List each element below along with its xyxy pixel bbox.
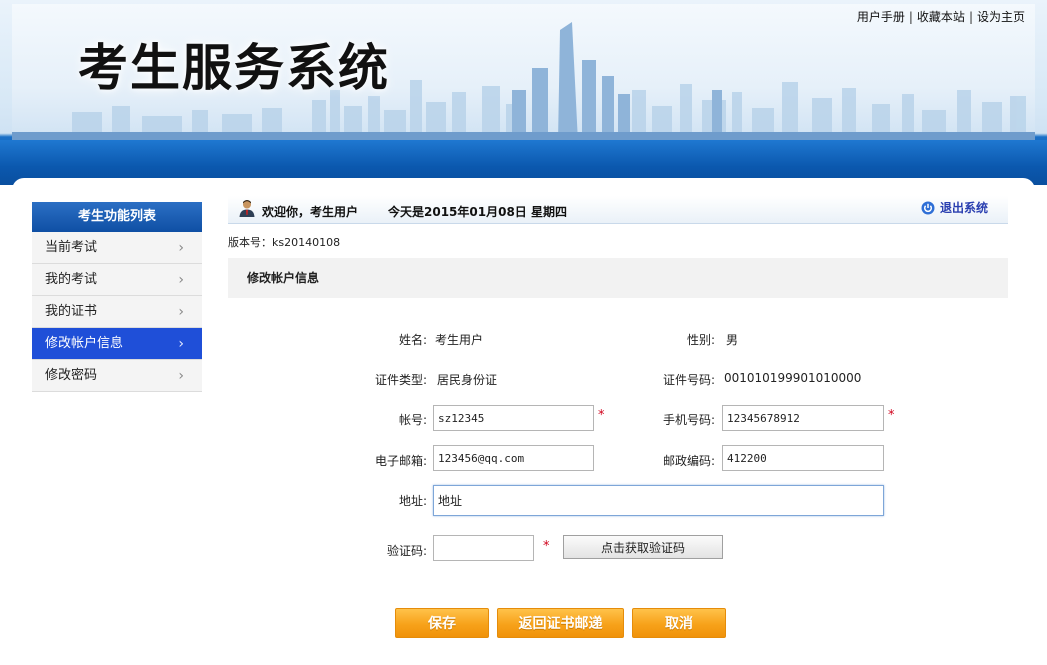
email-label: 电子邮箱:	[374, 454, 427, 468]
sidebar-item-change-password[interactable]: 修改密码 ›	[32, 360, 202, 392]
id-number-value: 001010199901010000	[724, 371, 862, 385]
captcha-input[interactable]	[433, 535, 534, 561]
sidebar-item-edit-account[interactable]: 修改帐户信息 ›	[32, 328, 202, 360]
sidebar-title: 考生功能列表	[32, 202, 202, 232]
chevron-right-icon: ›	[178, 272, 184, 288]
sidebar-item-current-exam[interactable]: 当前考试 ›	[32, 232, 202, 264]
id-type-label: 证件类型:	[374, 373, 427, 387]
gender-value: 男	[726, 333, 739, 347]
chevron-right-icon: ›	[178, 368, 184, 384]
gender-label: 性别:	[686, 333, 715, 347]
site-header: 考生服务系统 用户手册 | 收藏本站 | 设为主页	[0, 0, 1047, 185]
user-avatar-icon	[239, 200, 255, 217]
set-homepage-link[interactable]: 设为主页	[977, 10, 1025, 24]
phone-label: 手机号码:	[662, 413, 715, 427]
sidebar-menu: 考生功能列表 当前考试 › 我的考试 › 我的证书 › 修改帐户信息 › 修改密…	[32, 202, 202, 392]
welcome-bar: 欢迎你，考生用户 今天是2015年01月08日 星期四 退出系统	[228, 196, 1008, 224]
current-date: 今天是2015年01月08日 星期四	[388, 205, 567, 219]
cancel-button[interactable]: 取消	[632, 608, 726, 638]
top-links: 用户手册 | 收藏本站 | 设为主页	[857, 8, 1025, 25]
logout-button[interactable]: 退出系统	[921, 199, 988, 216]
welcome-greeting: 欢迎你，考生用户	[262, 205, 359, 219]
id-type-value: 居民身份证	[437, 373, 498, 387]
chevron-right-icon: ›	[178, 336, 184, 352]
required-mark: *	[888, 408, 895, 423]
required-mark: *	[543, 539, 550, 554]
bookmark-site-link[interactable]: 收藏本站	[917, 10, 965, 24]
chevron-right-icon: ›	[178, 304, 184, 320]
address-input[interactable]	[433, 485, 884, 516]
chevron-right-icon: ›	[178, 240, 184, 256]
sidebar-item-label: 我的证书	[45, 304, 98, 319]
captcha-label: 验证码:	[386, 544, 427, 558]
save-button[interactable]: 保存	[395, 608, 489, 638]
sidebar-item-label: 我的考试	[45, 272, 98, 287]
version-number: 版本号：ks20140108	[228, 236, 341, 249]
user-manual-link[interactable]: 用户手册	[857, 10, 905, 24]
link-separator: |	[908, 10, 913, 24]
sidebar-item-label: 修改帐户信息	[45, 336, 124, 351]
link-separator: |	[968, 10, 973, 24]
sidebar-item-my-certificates[interactable]: 我的证书 ›	[32, 296, 202, 328]
required-mark: *	[598, 408, 605, 423]
site-title: 考生服务系统	[78, 38, 390, 97]
sidebar-item-label: 修改密码	[45, 368, 98, 383]
logout-label: 退出系统	[939, 201, 988, 215]
power-icon	[921, 201, 935, 214]
account-input[interactable]	[433, 405, 594, 431]
phone-input[interactable]	[722, 405, 884, 431]
email-input[interactable]	[433, 445, 594, 471]
name-label: 姓名:	[398, 333, 427, 347]
name-value: 考生用户	[435, 333, 484, 347]
postcode-label: 邮政编码:	[662, 454, 715, 468]
content-top-edge	[12, 178, 1035, 185]
get-captcha-button[interactable]: 点击获取验证码	[563, 535, 723, 559]
id-number-label: 证件号码:	[662, 373, 715, 387]
postcode-input[interactable]	[722, 445, 884, 471]
sidebar-item-my-exams[interactable]: 我的考试 ›	[32, 264, 202, 296]
account-label: 帐号:	[398, 413, 427, 427]
sidebar-item-label: 当前考试	[45, 240, 98, 255]
section-title: 修改帐户信息	[228, 258, 1008, 298]
address-label: 地址:	[398, 494, 427, 508]
back-to-certificate-mail-button[interactable]: 返回证书邮递	[497, 608, 624, 638]
